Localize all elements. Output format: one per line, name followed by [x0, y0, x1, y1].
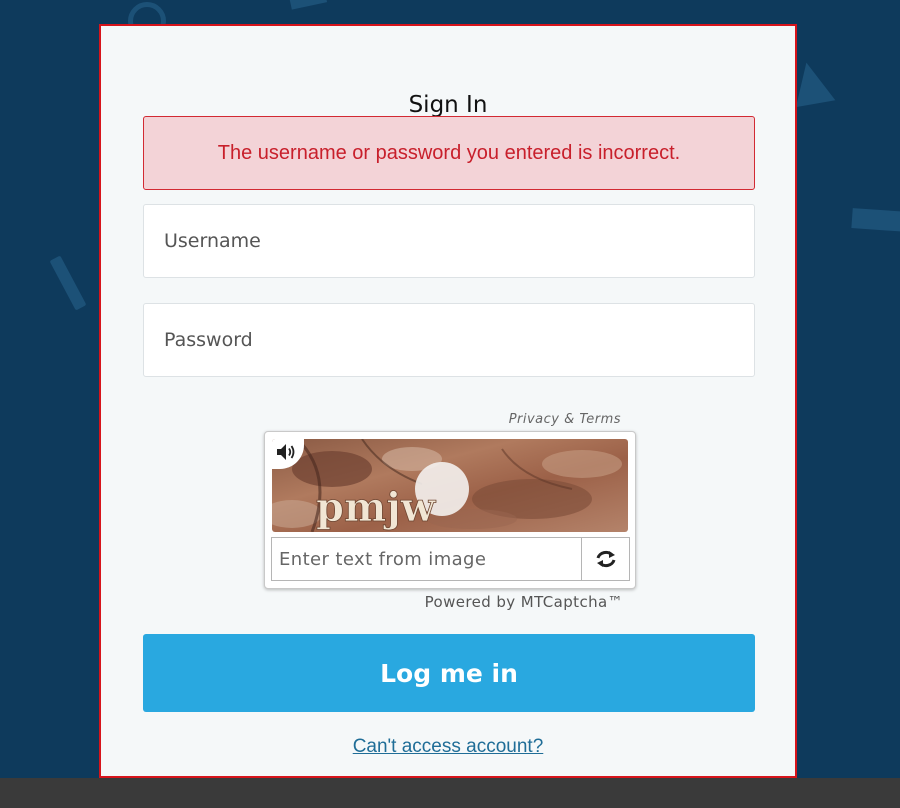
decorative-shape — [851, 208, 900, 232]
captcha-text: pmjw — [316, 484, 437, 531]
username-input[interactable] — [144, 205, 754, 277]
captcha-input-field — [271, 537, 583, 581]
page-background: Sign In The username or password you ent… — [0, 0, 900, 808]
refresh-icon — [596, 550, 615, 568]
captcha-input[interactable] — [272, 538, 583, 580]
powered-by-label: Powered by MTCaptcha™ — [424, 593, 623, 611]
captcha-image: pmjw — [272, 439, 628, 532]
log-in-button[interactable]: Log me in — [143, 634, 755, 712]
sign-in-card: Sign In The username or password you ent… — [99, 24, 797, 778]
privacy-terms-link[interactable]: Privacy & Terms — [401, 412, 621, 427]
speaker-icon — [277, 444, 295, 460]
error-alert: The username or password you entered is … — [143, 116, 755, 190]
refresh-captcha-button[interactable] — [581, 537, 630, 581]
error-message: The username or password you entered is … — [217, 141, 681, 164]
password-field — [143, 303, 755, 377]
bottom-strip — [0, 778, 900, 808]
cant-access-account-link[interactable]: Can't access account? — [101, 736, 795, 758]
captcha-widget: pmjw — [264, 431, 636, 589]
username-field — [143, 204, 755, 278]
captcha-image-graphic: pmjw — [272, 439, 628, 532]
decorative-shape — [49, 255, 87, 311]
password-input[interactable] — [144, 304, 754, 376]
decorative-shape — [288, 0, 328, 10]
